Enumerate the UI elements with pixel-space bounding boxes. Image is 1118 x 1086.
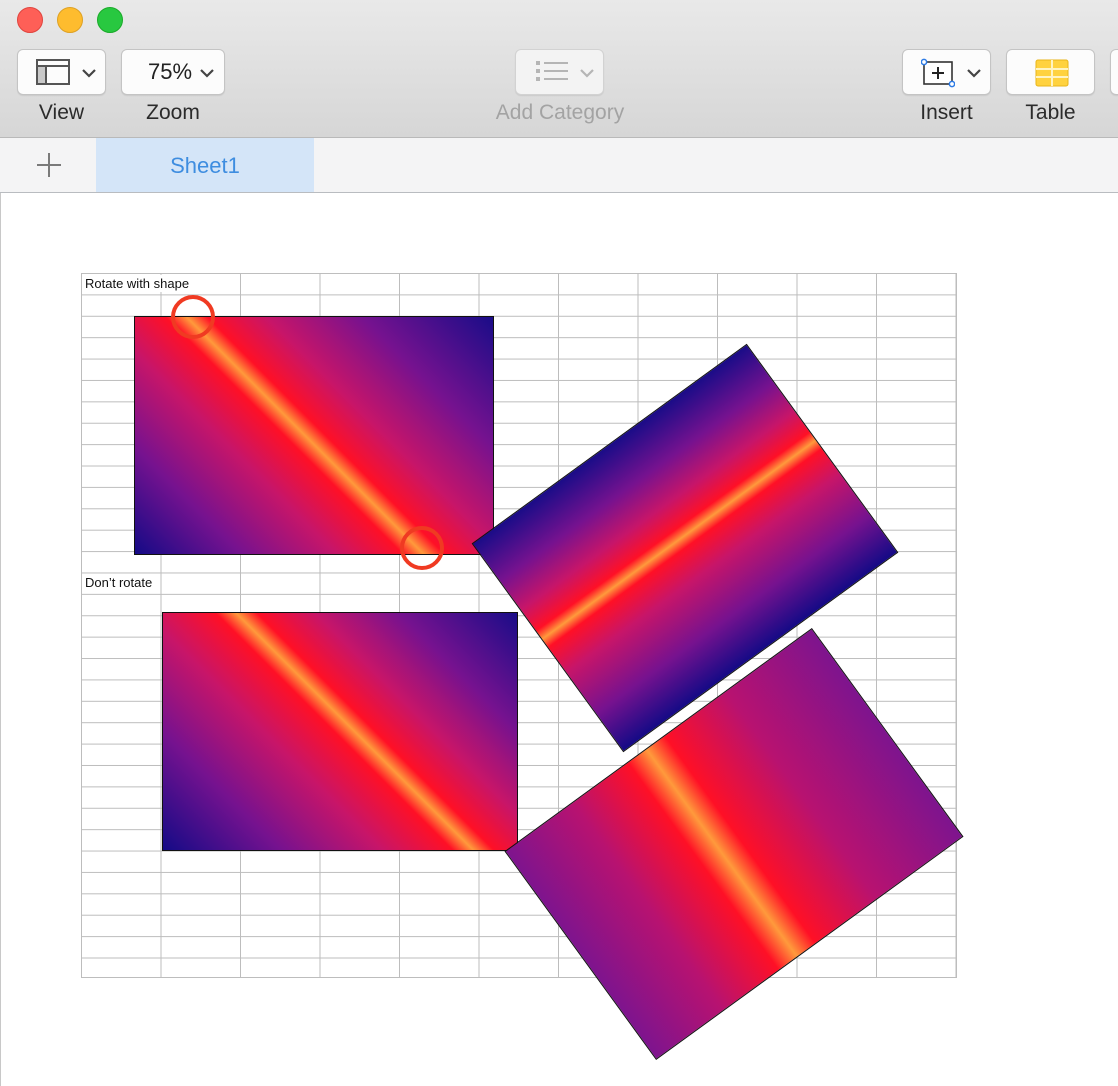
view-label: View bbox=[38, 101, 85, 124]
insert-label: Insert bbox=[920, 101, 973, 124]
zoom-label: Zoom bbox=[146, 101, 200, 124]
tab-sheet1-label: Sheet1 bbox=[170, 153, 240, 178]
plus-icon[interactable] bbox=[30, 146, 68, 184]
add-category-label: Add Category bbox=[495, 101, 625, 124]
view-button[interactable] bbox=[17, 49, 106, 95]
toolbar: View 75% Zoom Add Category Insert Table bbox=[0, 0, 1118, 138]
gradient-end-handle[interactable] bbox=[400, 526, 444, 570]
chevron-down-icon bbox=[967, 69, 981, 78]
sheet-tab-bar: Sheet1 bbox=[0, 138, 1118, 193]
table-label: Table bbox=[1025, 101, 1076, 124]
chevron-down-icon bbox=[82, 69, 96, 78]
gradient-start-handle[interactable] bbox=[171, 295, 215, 339]
gradient-shape-dont-rotate-original[interactable] bbox=[162, 612, 518, 851]
close-window-button[interactable] bbox=[17, 7, 43, 33]
table-button[interactable] bbox=[1006, 49, 1095, 95]
chevron-down-icon bbox=[580, 69, 594, 78]
chevron-down-icon bbox=[200, 69, 214, 78]
zoom-button[interactable]: 75% bbox=[121, 49, 225, 95]
tab-sheet1[interactable]: Sheet1 bbox=[96, 138, 314, 192]
label-rotate-with-shape: Rotate with shape bbox=[83, 275, 192, 292]
list-icon bbox=[536, 61, 568, 81]
insert-button[interactable] bbox=[902, 49, 991, 95]
maximize-window-button[interactable] bbox=[97, 7, 123, 33]
gradient-shape-rotate-original[interactable] bbox=[134, 316, 494, 555]
overflow-toolbar-button[interactable] bbox=[1110, 49, 1118, 95]
table-icon bbox=[1035, 59, 1069, 87]
insert-icon bbox=[921, 58, 955, 88]
minimize-window-button[interactable] bbox=[57, 7, 83, 33]
label-dont-rotate: Don’t rotate bbox=[83, 574, 155, 591]
view-icon bbox=[36, 59, 70, 85]
add-category-button[interactable] bbox=[515, 49, 604, 95]
zoom-value: 75% bbox=[148, 59, 193, 84]
